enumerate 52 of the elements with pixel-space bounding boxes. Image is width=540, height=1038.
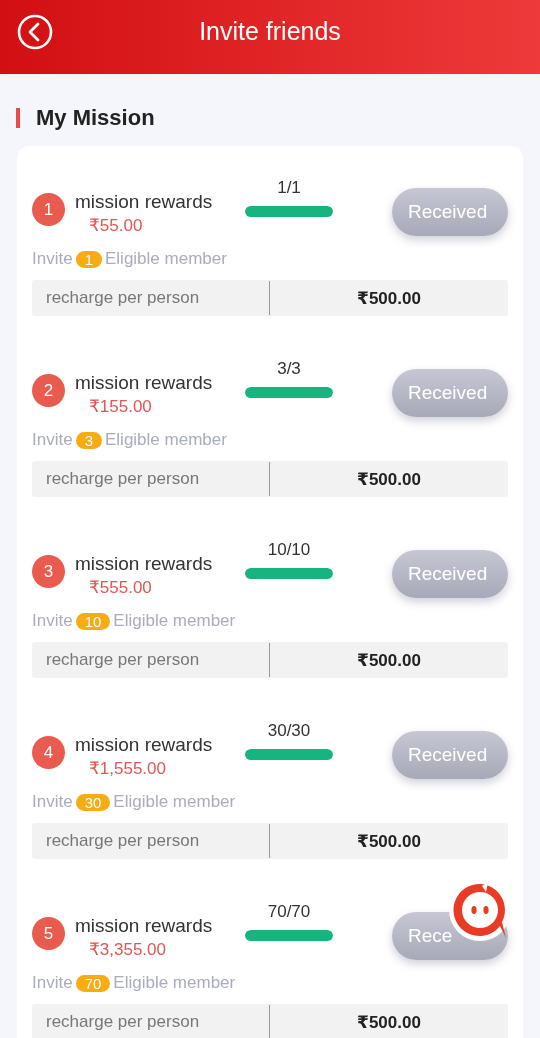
invite-count: 10 xyxy=(75,612,111,630)
recharge-label: recharge per person xyxy=(32,462,270,496)
section-title: My Mission xyxy=(36,105,155,131)
invite-text: Invite xyxy=(32,430,73,450)
recharge-value: ₹500.00 xyxy=(356,287,422,309)
member-text: Eligible member xyxy=(105,430,227,450)
number-badge: 3 xyxy=(32,555,65,588)
number-badge: 5 xyxy=(32,917,65,950)
page-title: Invite friends xyxy=(199,16,341,46)
recharge-value: ₹500.00 xyxy=(356,468,422,490)
mission-title: mission rewards xyxy=(75,734,214,756)
member-text: Eligible member xyxy=(105,249,227,269)
received-button[interactable]: Received xyxy=(392,550,508,598)
reward-amount: ₹3,355.00 xyxy=(89,939,167,960)
reward-amount: ₹1,555.00 xyxy=(89,758,167,779)
progress-text: 70/70 xyxy=(267,902,311,922)
invite-text: Invite xyxy=(32,792,73,812)
member-text: Eligible member xyxy=(113,611,236,631)
received-button[interactable]: Received xyxy=(392,731,508,779)
reward-amount: ₹555.00 xyxy=(89,577,153,598)
recharge-label: recharge per person xyxy=(32,824,270,858)
member-text: Eligible member xyxy=(113,973,236,993)
number-badge: 2 xyxy=(32,374,65,407)
progress-text: 30/30 xyxy=(267,721,311,741)
progress-text: 3/3 xyxy=(277,359,301,379)
invite-text: Invite xyxy=(32,973,73,993)
back-icon[interactable] xyxy=(17,14,53,50)
invite-text: Invite xyxy=(32,611,73,631)
reward-amount: ₹155.00 xyxy=(89,396,153,417)
reward-amount: ₹55.00 xyxy=(89,215,144,236)
progress-text: 10/10 xyxy=(267,540,311,560)
number-badge: 4 xyxy=(32,736,65,769)
recharge-value: ₹500.00 xyxy=(356,830,422,852)
mission-title: mission rewards xyxy=(75,372,214,394)
recharge-label: recharge per person xyxy=(32,1005,270,1038)
recharge-label: recharge per person xyxy=(32,643,270,677)
invite-count: 70 xyxy=(75,974,111,992)
recharge-value: ₹500.00 xyxy=(356,1011,422,1033)
progress-text: 1/1 xyxy=(277,178,301,198)
recharge-value: ₹500.00 xyxy=(356,649,422,671)
invite-text: Invite xyxy=(32,249,73,269)
number-badge: 1 xyxy=(32,193,65,226)
mission-title: mission rewards xyxy=(75,191,214,213)
invite-count: 3 xyxy=(75,431,102,449)
received-button[interactable]: Received xyxy=(392,188,508,236)
mission-title: mission rewards xyxy=(75,553,214,575)
invite-count: 30 xyxy=(75,793,111,811)
recharge-label: recharge per person xyxy=(32,281,270,315)
mission-title: mission rewards xyxy=(75,915,214,937)
received-button[interactable]: Received xyxy=(392,369,508,417)
invite-count: 1 xyxy=(75,250,102,268)
member-text: Eligible member xyxy=(113,792,236,812)
